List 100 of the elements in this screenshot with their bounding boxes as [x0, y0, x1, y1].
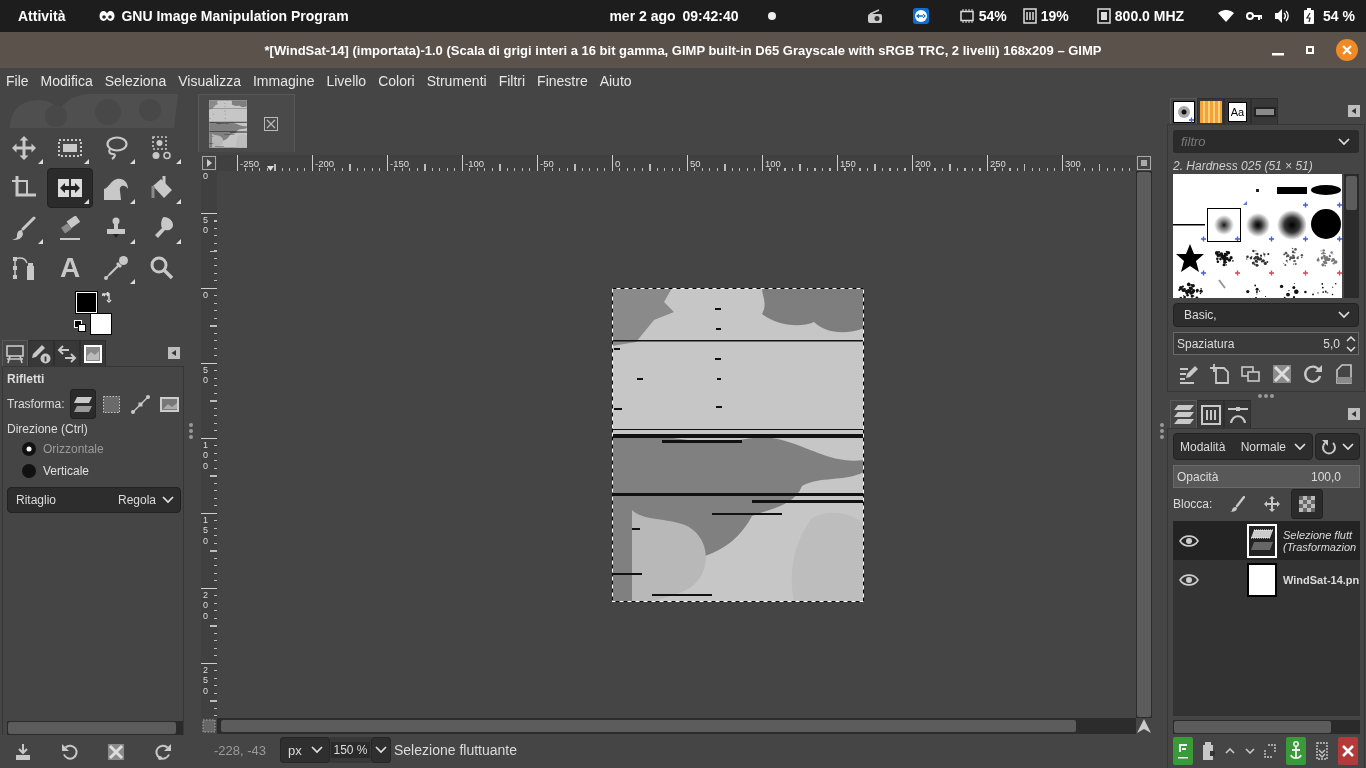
- brush-preview[interactable]: [1275, 208, 1309, 242]
- spin-arrows-icon[interactable]: [1346, 334, 1356, 353]
- triangle-left-icon[interactable]: [168, 347, 180, 359]
- menu-item[interactable]: Filtri: [492, 73, 532, 89]
- mode-dropdown[interactable]: Modalità Normale: [1173, 433, 1313, 460]
- drag-handle-icon[interactable]: [1258, 394, 1274, 398]
- chevron-down-icon[interactable]: [1338, 311, 1350, 319]
- horizontal-scrollbar[interactable]: [7, 721, 183, 735]
- eye-icon[interactable]: [1179, 573, 1199, 586]
- triangle-left-icon[interactable]: [1348, 105, 1360, 117]
- volume-icon[interactable]: [1274, 9, 1291, 23]
- chevron-up-icon[interactable]: [1224, 748, 1235, 754]
- anchor-button[interactable]: [1286, 737, 1307, 765]
- app-menu[interactable]: GNU Image Manipulation Program: [121, 8, 349, 24]
- eye-icon[interactable]: [1179, 534, 1199, 547]
- new-layer-button[interactable]: [1173, 737, 1193, 765]
- maximize-icon[interactable]: [1306, 46, 1314, 54]
- activities-button[interactable]: Attività: [18, 8, 66, 24]
- undo-arrow-icon[interactable]: [60, 742, 79, 761]
- chevron-down-icon[interactable]: [1342, 442, 1354, 451]
- square-in-square-icon[interactable]: [1137, 156, 1151, 170]
- radio-icon[interactable]: [866, 9, 883, 23]
- menu-item[interactable]: Colori: [372, 73, 421, 89]
- menu-item[interactable]: Strumenti: [420, 73, 493, 89]
- chevron-down-icon[interactable]: [1338, 137, 1350, 146]
- chevron-down-icon[interactable]: [1294, 442, 1306, 451]
- lock-button[interactable]: [1291, 489, 1324, 519]
- chevron-down-icon[interactable]: [162, 496, 174, 504]
- chevron-down-icon[interactable]: [375, 746, 387, 754]
- close-icon[interactable]: [1336, 39, 1358, 61]
- dotted-square-icon[interactable]: [202, 719, 216, 733]
- brush-preview[interactable]: [1207, 208, 1241, 242]
- layer-row[interactable]: WindSat-14.pn: [1173, 560, 1360, 599]
- radio-label[interactable]: Verticale: [43, 464, 90, 478]
- arrows-circle-icon[interactable]: [912, 8, 929, 24]
- filter-field[interactable]: filtro: [1173, 130, 1329, 153]
- close-icon[interactable]: [264, 116, 278, 131]
- transform-mode-button[interactable]: [69, 389, 97, 419]
- clock-text[interactable]: 09:42:40: [682, 8, 739, 24]
- filter-dropdown-button[interactable]: [1329, 130, 1359, 153]
- delete-icon[interactable]: [107, 742, 126, 761]
- menu-item[interactable]: File: [0, 73, 35, 89]
- tag-dropdown[interactable]: Basic,: [1173, 303, 1359, 327]
- menu-item[interactable]: Immagine: [247, 73, 321, 89]
- menu-item[interactable]: Livello: [320, 73, 373, 89]
- background-color-swatch[interactable]: [89, 313, 112, 335]
- memory-icon[interactable]: [1022, 8, 1037, 24]
- stacked-page-icon[interactable]: [1202, 742, 1215, 760]
- page-icon[interactable]: [1333, 364, 1354, 384]
- drag-handle-icon[interactable]: [1160, 423, 1164, 439]
- delete-icon[interactable]: [1271, 364, 1292, 384]
- foreground-color-swatch[interactable]: [75, 292, 97, 313]
- menu-item[interactable]: Seleziona: [98, 73, 173, 89]
- dock-tab[interactable]: [1197, 400, 1224, 428]
- menu-item[interactable]: Aiuto: [593, 73, 638, 89]
- spacing-field[interactable]: Spaziatura 5,0: [1173, 332, 1359, 355]
- dotted-box-chevrons-icon[interactable]: [1316, 742, 1329, 760]
- refresh-icon[interactable]: [1302, 364, 1323, 384]
- dock-tab[interactable]: [28, 340, 54, 366]
- chevron-down-icon[interactable]: [311, 746, 323, 754]
- cpu-icon[interactable]: [958, 9, 975, 23]
- key-icon[interactable]: [1246, 11, 1263, 21]
- tool-button[interactable]: A: [47, 248, 93, 288]
- zoom-dropdown-button[interactable]: [371, 737, 391, 763]
- zoom-field[interactable]: 150 %: [330, 737, 371, 763]
- unit-dropdown[interactable]: px: [280, 737, 330, 763]
- layer-row[interactable]: Selezione flutt (Trasformazion: [1173, 521, 1360, 560]
- overlapping-squares-icon[interactable]: [1240, 364, 1261, 384]
- radio-button[interactable]: [22, 464, 36, 478]
- horizontal-scrollbar[interactable]: [1173, 720, 1360, 734]
- dock-tab[interactable]: [1197, 98, 1224, 124]
- image-tab[interactable]: [198, 94, 295, 152]
- brush-preview[interactable]: [1309, 208, 1343, 242]
- dock-tab[interactable]: [1224, 400, 1251, 428]
- menu-item[interactable]: Visualizza: [172, 73, 247, 89]
- delete-layer-button[interactable]: [1337, 737, 1358, 765]
- dock-tab[interactable]: [1170, 98, 1197, 124]
- small-squares-icon[interactable]: [73, 320, 86, 332]
- dock-tab[interactable]: [54, 340, 80, 366]
- tool-button[interactable]: [47, 168, 93, 208]
- horizontal-scrollbar[interactable]: [217, 718, 1136, 734]
- new-page-icon[interactable]: [1209, 364, 1230, 384]
- vertical-scrollbar[interactable]: [1344, 174, 1359, 298]
- dotted-corners-icon[interactable]: [1264, 744, 1277, 758]
- triangle-right-icon[interactable]: [202, 156, 216, 170]
- chip-icon[interactable]: [1096, 8, 1111, 24]
- wifi-icon[interactable]: [1218, 10, 1235, 22]
- swap-arrows-icon[interactable]: [101, 292, 112, 303]
- opacity-slider[interactable]: Opacità 100,0: [1173, 465, 1360, 488]
- download-icon[interactable]: [14, 742, 33, 761]
- battery-icon[interactable]: [1304, 8, 1315, 24]
- drag-handle-icon[interactable]: [189, 423, 193, 439]
- date-text[interactable]: mer 2 ago: [609, 8, 676, 24]
- chevron-down-icon[interactable]: [1244, 748, 1255, 754]
- composite-mode-dropdown[interactable]: [1315, 433, 1360, 460]
- menu-item[interactable]: Finestre: [531, 73, 594, 89]
- triangle-left-icon[interactable]: [1348, 408, 1360, 420]
- vertical-scrollbar[interactable]: [1136, 171, 1152, 718]
- clipping-dropdown[interactable]: Ritaglio Regola: [7, 487, 181, 513]
- radio-button[interactable]: [22, 442, 36, 456]
